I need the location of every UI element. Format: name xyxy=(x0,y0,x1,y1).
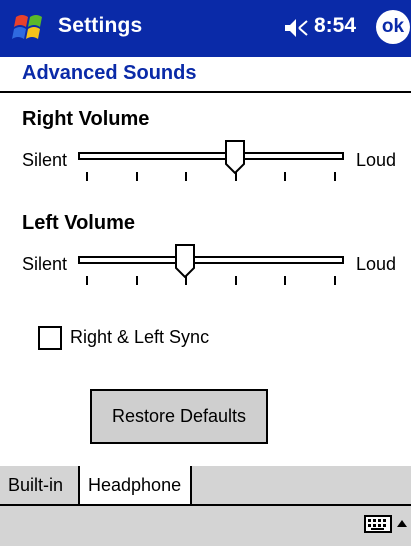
menu-bar xyxy=(0,504,411,546)
slider-tick xyxy=(284,172,287,181)
page-title: Advanced Sounds xyxy=(22,62,197,84)
slider-tick xyxy=(135,172,138,181)
right-volume-track[interactable] xyxy=(78,152,344,160)
ok-button[interactable]: ok xyxy=(376,10,410,44)
restore-defaults-button[interactable]: Restore Defaults xyxy=(90,389,268,444)
sync-checkbox-label[interactable]: Right & Left Sync xyxy=(70,327,209,348)
slider-tick xyxy=(135,276,138,285)
speaker-icon[interactable] xyxy=(283,16,309,40)
right-volume-label: Right Volume xyxy=(22,108,150,130)
tab-headphone[interactable]: Headphone xyxy=(80,466,192,506)
left-volume-min-label: Silent xyxy=(22,254,68,274)
slider-tick xyxy=(284,276,287,285)
title-bar: Settings 8:54 ok xyxy=(0,0,411,57)
slider-tick xyxy=(334,276,336,285)
slider-tick xyxy=(86,172,88,181)
left-volume-slider-thumb[interactable] xyxy=(175,244,196,278)
clock-time[interactable]: 8:54 xyxy=(314,14,356,38)
sync-checkbox[interactable] xyxy=(38,326,62,350)
right-volume-min-label: Silent xyxy=(22,150,68,170)
slider-tick xyxy=(185,172,188,181)
divider xyxy=(0,91,411,93)
windows-start-icon[interactable] xyxy=(10,11,50,45)
app-title: Settings xyxy=(58,14,143,37)
slider-tick xyxy=(334,172,336,181)
right-volume-slider-thumb[interactable] xyxy=(224,140,245,174)
slider-tick xyxy=(86,276,88,285)
slider-tick xyxy=(234,276,237,285)
tab-built-in[interactable]: Built-in xyxy=(0,466,80,504)
keyboard-icon[interactable] xyxy=(364,514,392,534)
left-volume-track[interactable] xyxy=(78,256,344,264)
left-volume-max-label: Loud xyxy=(356,254,397,274)
left-volume-label: Left Volume xyxy=(22,212,135,234)
right-volume-max-label: Loud xyxy=(356,150,397,170)
chevron-up-icon[interactable] xyxy=(396,514,408,534)
